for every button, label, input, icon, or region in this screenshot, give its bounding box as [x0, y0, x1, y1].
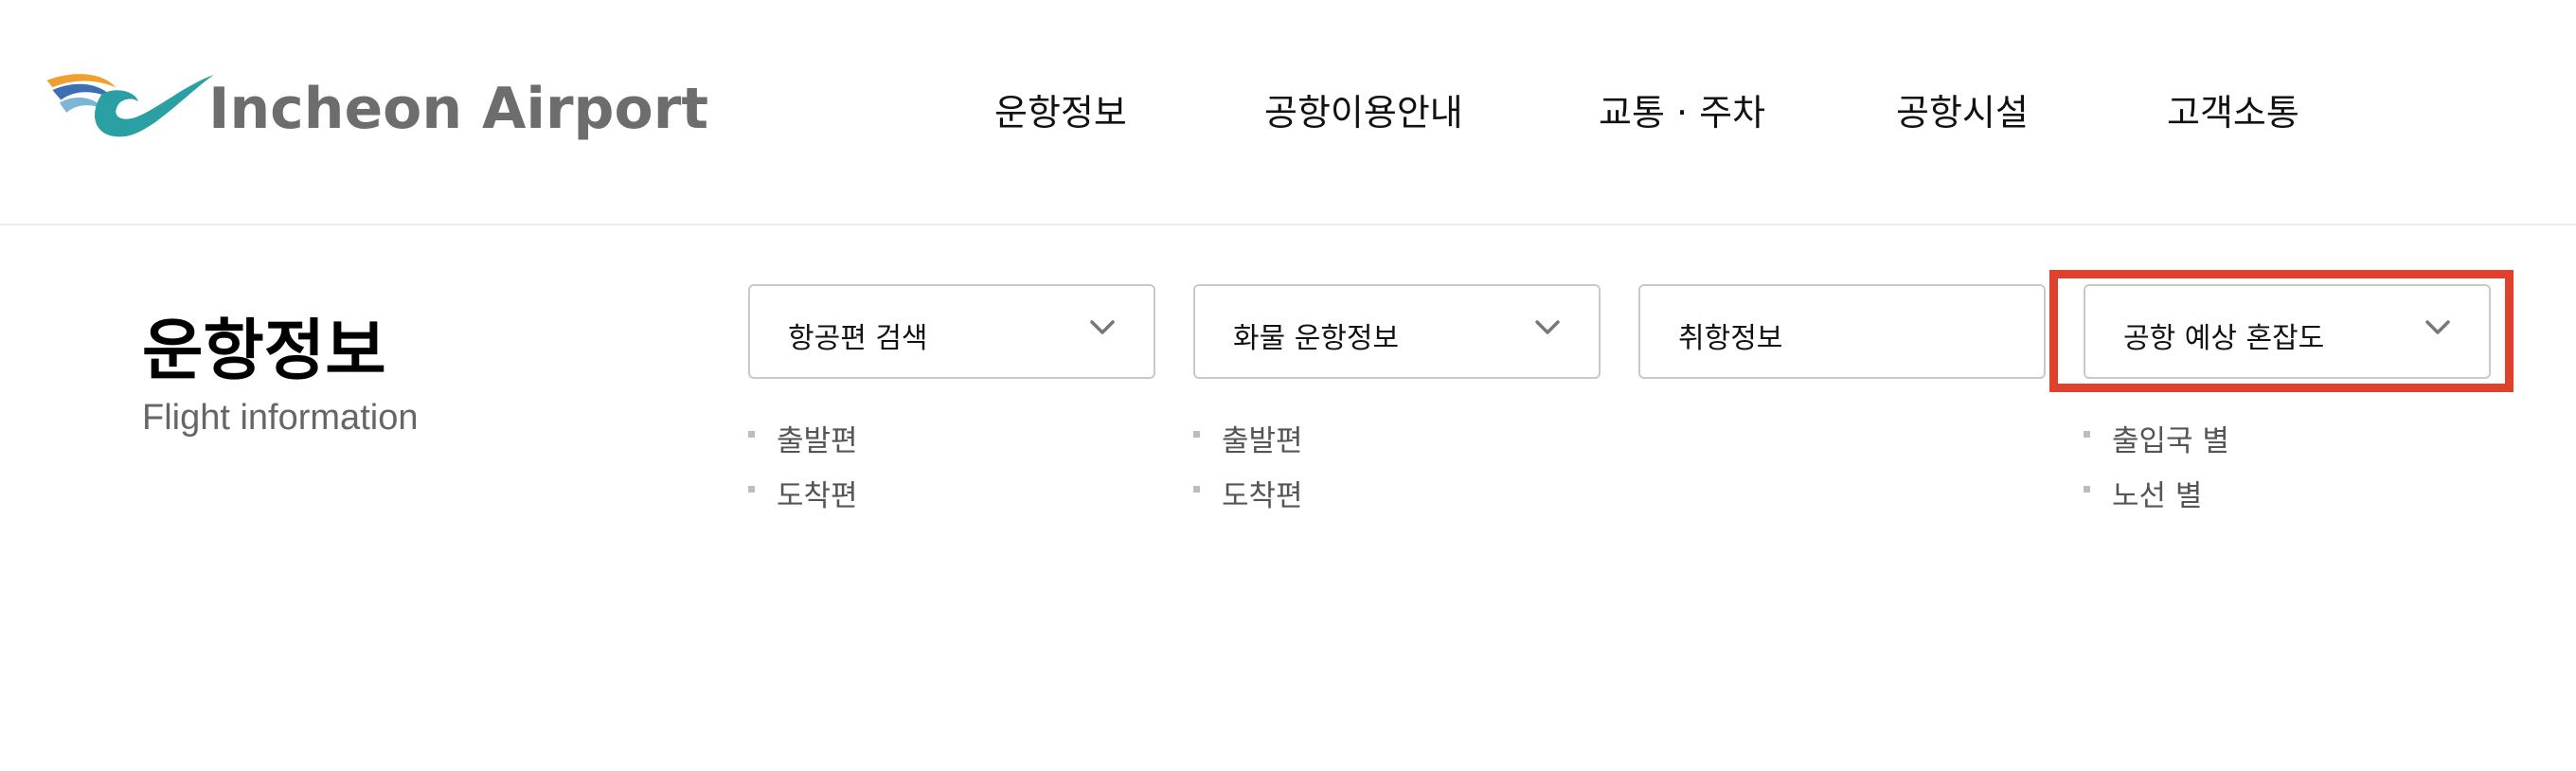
incheon-airport-logo[interactable]: Incheon Airport [45, 53, 708, 155]
dropdown-label: 화물 운항정보 [1233, 322, 1400, 355]
cargo-sublist: 출발편 도착편 [1193, 417, 1303, 527]
nav-item-flight-info[interactable]: 운항정보 [994, 83, 1127, 135]
congestion-sublist: 출입국 별 노선 별 [2084, 417, 2229, 527]
dropdown-label: 공항 예상 혼잡도 [2123, 322, 2325, 355]
page-subtitle: Flight information [142, 398, 419, 438]
sub-item-label: 출입국 별 [2112, 424, 2229, 458]
flight-search-dropdown[interactable]: 항공편 검색 [748, 284, 1155, 379]
bullet [748, 431, 755, 438]
bullet [2084, 431, 2090, 438]
sub-item-label: 출발편 [1222, 424, 1303, 458]
chevron-down-icon [2425, 320, 2450, 334]
nav-item-facilities[interactable]: 공항시설 [1896, 83, 2029, 135]
site-header: Incheon Airport 운항정보 공항이용안내 교통 · 주차 공항시설… [0, 0, 2576, 225]
menu-column-routes: 취항정보 [1638, 284, 2046, 379]
nav-item-airport-guide[interactable]: 공항이용안내 [1264, 83, 1463, 135]
airport-emblem-icon [46, 74, 215, 137]
list-item[interactable]: 노선 별 [2084, 472, 2229, 527]
flight-search-sublist: 출발편 도착편 [748, 417, 858, 527]
button-label: 취항정보 [1678, 322, 1783, 355]
sub-item-label: 노선 별 [2112, 479, 2203, 513]
sub-item-label: 도착편 [1222, 479, 1303, 513]
menu-column-congestion: 공항 예상 혼잡도 출입국 별 노선 별 [2084, 284, 2491, 513]
cargo-info-dropdown[interactable]: 화물 운항정보 [1193, 284, 1601, 379]
list-item[interactable]: 출입국 별 [2084, 417, 2229, 472]
list-item[interactable]: 도착편 [748, 472, 858, 527]
sub-item-label: 출발편 [777, 424, 858, 458]
congestion-forecast-dropdown[interactable]: 공항 예상 혼잡도 [2084, 284, 2491, 379]
list-item[interactable]: 출발편 [1193, 417, 1303, 472]
menu-column-cargo: 화물 운항정보 출발편 도착편 [1193, 284, 1601, 513]
logo-wordmark: Incheon Airport [208, 76, 708, 142]
routes-info-button[interactable]: 취항정보 [1638, 284, 2046, 379]
nav-item-transport-parking[interactable]: 교통 · 주차 [1599, 83, 1765, 135]
bullet [2084, 486, 2090, 493]
chevron-down-icon [1535, 320, 1560, 334]
menu-column-flight-search: 항공편 검색 출발편 도착편 [748, 284, 1155, 513]
bullet [1193, 431, 1200, 438]
list-item[interactable]: 도착편 [1193, 472, 1303, 527]
nav-item-customer[interactable]: 고객소통 [2167, 83, 2299, 135]
bullet [1193, 486, 1200, 493]
chevron-down-icon [1090, 320, 1115, 334]
bullet [748, 486, 755, 493]
sub-item-label: 도착편 [777, 479, 858, 513]
list-item[interactable]: 출발편 [748, 417, 858, 472]
dropdown-label: 항공편 검색 [788, 322, 928, 355]
page-title: 운항정보 [142, 312, 386, 389]
